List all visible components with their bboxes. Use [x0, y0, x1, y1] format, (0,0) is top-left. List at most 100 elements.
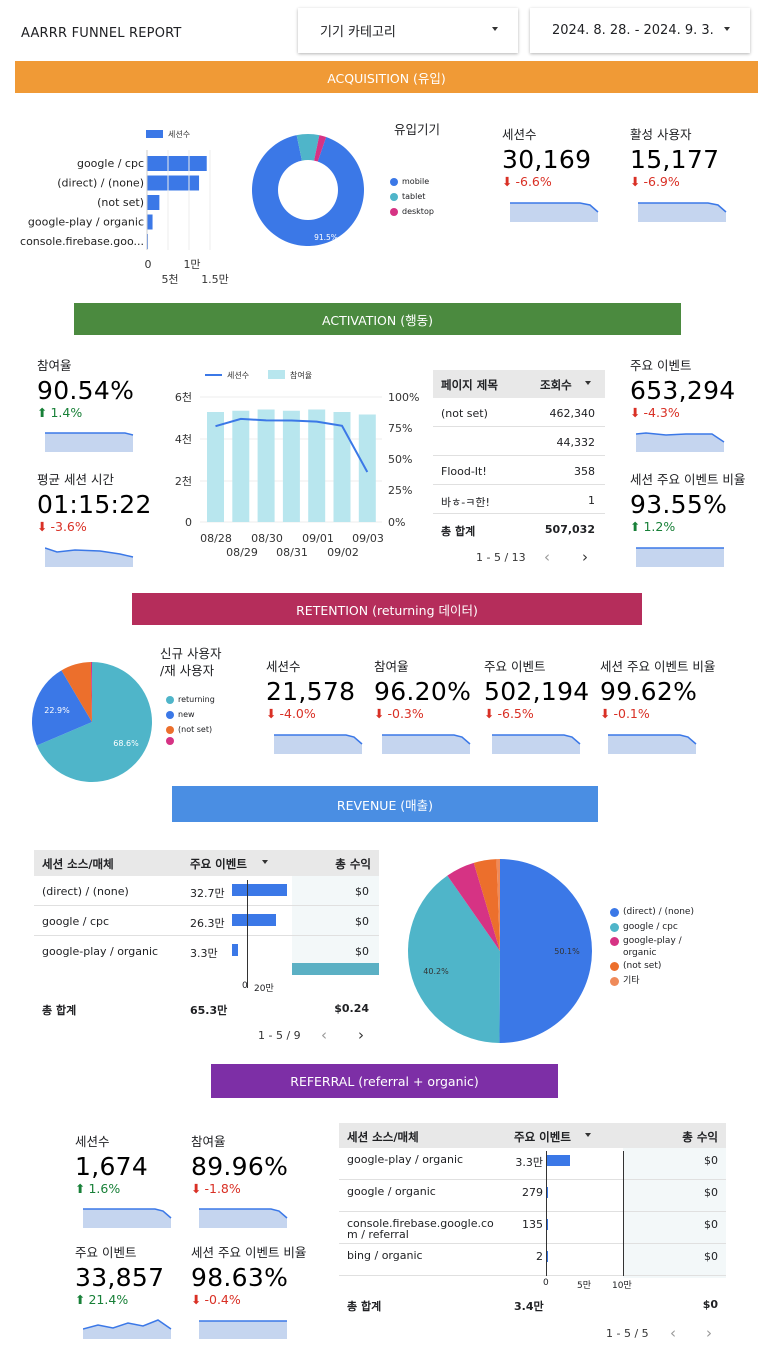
legend-item: (not set): [610, 959, 694, 974]
bar: [282, 410, 300, 522]
y-tick-right: 0%: [388, 516, 405, 529]
kpi-delta: ⬇ -4.3%: [630, 405, 680, 420]
kpi-value: 89.96%: [191, 1152, 289, 1181]
kpi-delta: ⬆ 1.2%: [630, 519, 676, 534]
table-row[interactable]: google / cpc 26.3만 $0: [34, 906, 379, 936]
next-page-button[interactable]: ›: [582, 548, 588, 566]
arrow-down-icon: ⬇: [502, 174, 513, 189]
kpi-delta: ⬆ 1.4%: [37, 405, 83, 420]
kpi-label: 주요 이벤트: [484, 659, 546, 674]
retention-legend: returning new (not set): [166, 692, 215, 745]
donut-legend: mobile tablet desktop: [390, 174, 434, 219]
axis-tick: 20만: [254, 984, 274, 994]
bar: [333, 412, 351, 522]
sparkline: [83, 1319, 172, 1339]
event-bar: [546, 1155, 570, 1166]
next-page-button[interactable]: ›: [358, 1026, 364, 1044]
legend-dot: [610, 962, 619, 971]
prev-page-button[interactable]: ‹: [321, 1026, 327, 1044]
sort-desc-icon[interactable]: [585, 1133, 591, 1137]
kpi-label: 세션 주요 이벤트 비율: [630, 472, 746, 487]
device-category-dropdown[interactable]: 기기 카테고리: [298, 8, 518, 53]
kpi-label: 세션수: [266, 659, 301, 674]
legend-label: 세션수: [227, 370, 249, 380]
x-tick: 1만: [183, 258, 200, 271]
cell-events: 2: [536, 1250, 543, 1263]
column-header[interactable]: 페이지 제목: [441, 377, 498, 393]
column-header[interactable]: 총 수익: [335, 856, 371, 872]
sort-desc-icon[interactable]: [262, 860, 268, 864]
axis-line: [546, 1151, 547, 1276]
table-row[interactable]: Flood-It! 358: [433, 456, 605, 485]
cell-title: 바ㅎ-ㅋ한!: [441, 496, 490, 509]
device-donut-chart: 91.5%: [252, 134, 364, 246]
column-header[interactable]: 세션 소스/매체: [42, 856, 114, 872]
arrow-down-icon: ⬇: [630, 174, 641, 189]
table-row[interactable]: google / organic 279 $0: [339, 1180, 726, 1212]
prev-page-button[interactable]: ‹: [670, 1324, 676, 1342]
column-header[interactable]: 주요 이벤트: [190, 856, 247, 872]
x-tick: 1.5만: [201, 273, 229, 286]
axis-tick: 0: [543, 1278, 549, 1288]
table-row[interactable]: (not set) 462,340: [433, 398, 605, 427]
column-header[interactable]: 세션 소스/매체: [347, 1129, 419, 1145]
table-row[interactable]: (direct) / (none) 32.7만 $0: [34, 876, 379, 906]
table-row[interactable]: 44,332: [433, 427, 605, 456]
legend-label-cont: organic: [623, 948, 657, 958]
axis-line: [247, 880, 248, 988]
x-tick: 08/28: [200, 532, 232, 545]
axis-tick: 0: [242, 981, 248, 991]
legend-item: tablet: [390, 189, 434, 204]
pagination-label: 1 - 5 / 5: [606, 1327, 649, 1340]
kpi-label: 세션 주요 이벤트 비율: [600, 659, 716, 674]
sparkline: [199, 1320, 287, 1339]
bar: [308, 409, 326, 522]
legend-dot: [610, 908, 619, 917]
kpi-session-key-event-rate: 세션 주요 이벤트 비율 93.55% ⬆ 1.2%: [630, 469, 745, 534]
bar: [207, 412, 224, 522]
legend-label: (not set): [623, 961, 662, 971]
x-tick: 0: [145, 258, 152, 271]
cell-revenue: $0: [355, 915, 369, 928]
cell-views: 462,340: [549, 407, 596, 420]
retention-banner: RETENTION (returning 데이터): [132, 593, 642, 625]
kpi-label: 세션수: [75, 1134, 110, 1149]
cell-source: google-play / organic: [42, 945, 159, 958]
cell-events: 32.7만: [190, 887, 225, 900]
y-tick: 0: [185, 516, 192, 529]
date-range-picker[interactable]: 2024. 8. 28. - 2024. 9. 3.: [530, 8, 750, 53]
kpi-delta: ⬇ -3.6%: [37, 519, 87, 534]
column-header[interactable]: 주요 이벤트: [514, 1129, 571, 1145]
arrow-down-icon: ⬇: [37, 519, 48, 534]
prev-page-button[interactable]: ‹: [544, 548, 550, 566]
kpi-value: 653,294: [630, 376, 736, 405]
legend-label: 기타: [623, 976, 640, 986]
table-row[interactable]: bing / organic 2 $0: [339, 1244, 726, 1276]
y-tick: 6천: [175, 390, 192, 404]
arrow-up-icon: ⬆: [75, 1292, 86, 1307]
chart-title: 신규 사용자: [160, 646, 222, 661]
kpi-label: 참여율: [37, 358, 72, 373]
table-row[interactable]: console.firebase.google.co m / referral 1…: [339, 1212, 726, 1244]
column-header[interactable]: 총 수익: [682, 1129, 718, 1145]
legend-dot: [610, 977, 619, 986]
kpi-value: 502,194: [484, 677, 590, 706]
sort-desc-icon[interactable]: [585, 381, 591, 385]
sparkline: [608, 734, 697, 754]
revenue-pie-chart: 50.1% 40.2%: [408, 859, 593, 1043]
y-tick-right: 50%: [388, 453, 412, 466]
cell-events: 3.3만: [515, 1156, 543, 1169]
sparkline: [45, 547, 134, 567]
column-header[interactable]: 조회수: [540, 377, 572, 393]
kpi-value: 21,578: [266, 677, 356, 706]
next-page-button[interactable]: ›: [706, 1324, 712, 1342]
cell-title: Flood-It!: [441, 465, 487, 478]
legend-item: 기타: [610, 974, 694, 989]
kpi-value: 1,674: [75, 1152, 149, 1181]
table-row[interactable]: google-play / organic 3.3만 $0: [34, 936, 379, 966]
x-tick: 09/03: [352, 532, 384, 545]
table-row[interactable]: 바ㅎ-ㅋ한! 1: [433, 485, 605, 514]
cell-views: 44,332: [556, 436, 596, 449]
cell-source: google / organic: [347, 1185, 436, 1198]
table-row[interactable]: google-play / organic 3.3만 $0: [339, 1148, 726, 1180]
